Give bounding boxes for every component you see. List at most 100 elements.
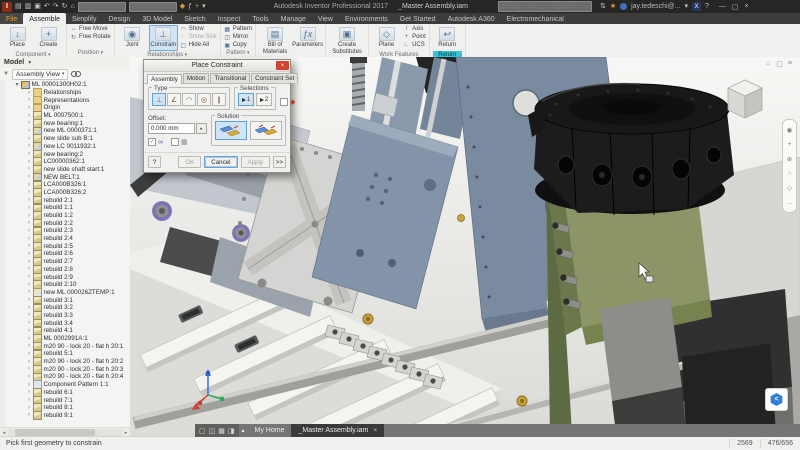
update-icon[interactable]: ↻	[62, 2, 68, 11]
appearance-dropdown[interactable]	[129, 2, 177, 12]
tree-expander-icon[interactable]: ›	[26, 120, 32, 126]
ribbon-tab[interactable]: File	[0, 13, 23, 24]
ribbon-tab[interactable]: Get Started	[394, 13, 442, 24]
signed-in-user[interactable]: jay.tedeschi@...	[631, 3, 680, 10]
tree-item[interactable]: ▾ ML 00001300H02:1	[12, 81, 130, 89]
point-button[interactable]: + Point	[403, 33, 426, 41]
tree-item[interactable]: › new bearing:2	[12, 150, 130, 158]
inventor-logo[interactable]: I	[2, 2, 12, 12]
axis-button[interactable]: / Axis	[403, 25, 426, 33]
tree-item[interactable]: › m20 90 - lock 20 - flat h 20:4	[12, 373, 130, 381]
ribbon-tab[interactable]: Assemble	[23, 13, 66, 24]
tree-item[interactable]: › rebuild 2:4	[12, 235, 130, 243]
create-substitutes-button[interactable]: ▣ Create Substitutes	[329, 25, 365, 57]
tree-expander-icon[interactable]: ›	[26, 289, 32, 295]
tree-expander-icon[interactable]: ›	[26, 174, 32, 180]
tree-item[interactable]: › new ML 0000371:1	[12, 127, 130, 135]
tree-item[interactable]: › rebuild 1:1	[12, 204, 130, 212]
tree-expander-icon[interactable]: ›	[26, 312, 32, 318]
tree-expander-icon[interactable]: ›	[26, 243, 32, 249]
insert-constraint-button[interactable]: ◎	[197, 93, 211, 106]
position-panel-label[interactable]: Position	[70, 49, 111, 57]
zoom-icon[interactable]: ⊕	[787, 155, 792, 163]
tree-expander-icon[interactable]: ›	[26, 205, 32, 211]
dialog-tab[interactable]: Constraint Set	[251, 73, 298, 83]
ucs-button[interactable]: ∟ UCS	[403, 41, 426, 49]
mirror-button[interactable]: ◫ Mirror	[224, 33, 252, 41]
tree-item[interactable]: › ML 0002991A:1	[12, 335, 130, 343]
pick-part-first-checkbox[interactable]	[280, 98, 288, 106]
tree-expander-icon[interactable]: ›	[26, 389, 32, 395]
dock-icon[interactable]: ◨	[228, 427, 235, 435]
tree-item[interactable]: › rebuild 2:8	[12, 266, 130, 274]
tree-item[interactable]: › rebuild 6:1	[12, 389, 130, 397]
support-slab[interactable]	[600, 297, 682, 401]
add-icon[interactable]: +	[195, 2, 199, 11]
tree-expander-icon[interactable]: ›	[26, 320, 32, 326]
angle-constraint-button[interactable]: ∠	[167, 93, 181, 106]
tree-expander-icon[interactable]: ›	[26, 359, 32, 365]
ribbon-tab[interactable]: 3D Model	[136, 13, 178, 24]
ribbon-tab[interactable]: Manage	[275, 13, 312, 24]
tree-expander-icon[interactable]: ›	[26, 382, 32, 388]
measure-icon[interactable]: ◆	[180, 2, 185, 11]
tree-expander-icon[interactable]: ›	[26, 220, 32, 226]
tree-item[interactable]: › rebuild 2:7	[12, 258, 130, 266]
dialog-tab[interactable]: Transitional	[210, 73, 250, 83]
place-constraint-dialog[interactable]: Place Constraint × AssemblyMotionTransit…	[143, 59, 291, 173]
material-dropdown[interactable]	[78, 2, 126, 12]
view-selector-dropdown[interactable]: Assembly View ▾	[12, 69, 68, 80]
open-icon[interactable]: ▥	[25, 2, 32, 11]
save-icon[interactable]: ▣	[34, 2, 41, 11]
view-cube[interactable]	[724, 77, 766, 128]
ribbon-tab[interactable]: Design	[103, 13, 137, 24]
tree-expander-icon[interactable]: ▾	[14, 81, 20, 88]
return-button[interactable]: ↩ Return	[433, 25, 462, 51]
predict-offset-checkbox[interactable]	[171, 138, 179, 146]
tree-expander-icon[interactable]: ›	[26, 412, 32, 418]
clean-screen-icon[interactable]: ▢	[199, 427, 206, 435]
tree-expander-icon[interactable]: ›	[26, 166, 32, 172]
tree-expander-icon[interactable]: ›	[26, 159, 32, 165]
undo-icon[interactable]: ↶	[44, 2, 50, 11]
tree-expander-icon[interactable]: ›	[26, 151, 32, 157]
collapse-docbar-icon[interactable]: ▴	[239, 424, 248, 437]
look-at-icon[interactable]: ◇	[787, 184, 792, 192]
offset-input[interactable]: 0.000 mm	[148, 123, 195, 134]
close-button[interactable]: ×	[745, 3, 749, 11]
tree-item[interactable]: › rebuild 2:9	[12, 273, 130, 281]
close-document-tab-icon[interactable]: ×	[373, 427, 377, 434]
show-sick-button[interactable]: ◠ Show Sick	[180, 33, 217, 41]
dialog-close-icon[interactable]: ×	[276, 61, 289, 70]
tile-windows-icon[interactable]: ▦	[218, 427, 225, 435]
dialog-expand-button[interactable]: >>	[273, 156, 286, 168]
symmetry-constraint-button[interactable]: ∥	[212, 93, 226, 106]
navigation-wheel-icon[interactable]: ◉	[787, 126, 793, 134]
tree-expander-icon[interactable]: ›	[26, 90, 32, 96]
viewport-menu-icon[interactable]: ≡	[788, 60, 792, 68]
show-preview-checkbox[interactable]: ✓	[148, 138, 156, 146]
plane-button[interactable]: ◇ Plane	[372, 25, 401, 51]
tree-expander-icon[interactable]: ›	[26, 189, 32, 195]
joint-button[interactable]: ◉ Joint	[118, 25, 147, 51]
cancel-button[interactable]: Cancel	[204, 156, 237, 168]
tree-expander-icon[interactable]: ›	[26, 397, 32, 403]
offset-flyout-icon[interactable]: ▸	[196, 123, 207, 134]
free-move-button[interactable]: ↔ Free Move	[70, 25, 111, 33]
tree-item[interactable]: › LC00000362:1	[12, 158, 130, 166]
tree-item[interactable]: › rebuild 2:1	[12, 196, 130, 204]
search-input[interactable]	[498, 1, 592, 12]
dialog-tab[interactable]: Motion	[183, 73, 210, 83]
tree-expander-icon[interactable]: ›	[26, 197, 32, 203]
scrollbar-thumb[interactable]	[15, 429, 95, 436]
ribbon-tab[interactable]: View	[312, 13, 339, 24]
tree-item[interactable]: › rebuild 8:1	[12, 404, 130, 412]
mate-constraint-button[interactable]: ⊥	[152, 93, 166, 106]
tree-item[interactable]: › rebuild 2:3	[12, 227, 130, 235]
tree-expander-icon[interactable]: ›	[26, 336, 32, 342]
tab-my-home[interactable]: My Home	[248, 424, 292, 437]
user-menu-caret-icon[interactable]: ▾	[684, 2, 688, 11]
tree-item[interactable]: › rebuild 3:1	[12, 296, 130, 304]
tree-expander-icon[interactable]: ›	[26, 305, 32, 311]
tree-expander-icon[interactable]: ›	[26, 136, 32, 142]
